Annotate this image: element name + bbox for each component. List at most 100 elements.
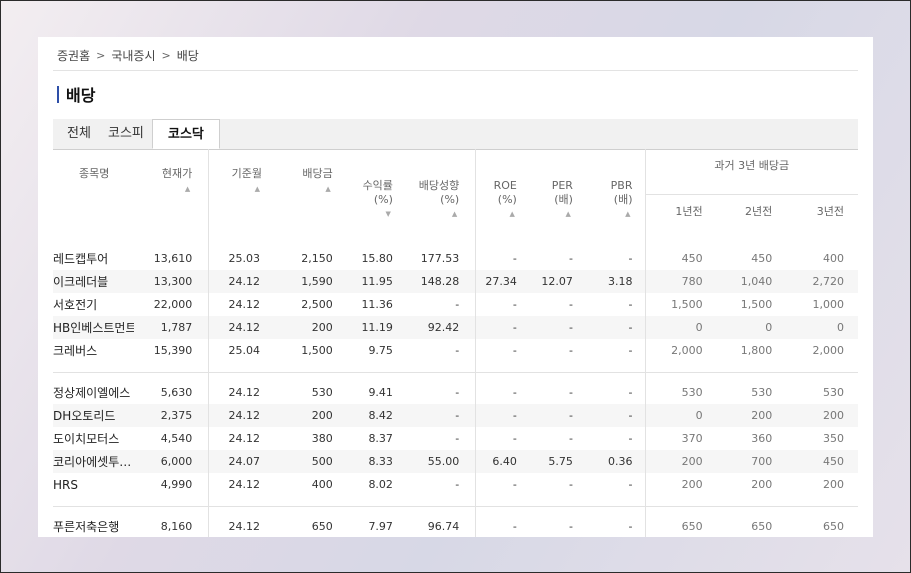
chevron-right-icon: > xyxy=(161,49,171,62)
spacer-cell xyxy=(340,372,401,381)
stock-name-link[interactable]: 푸른저축은행 xyxy=(53,515,134,537)
spacer-cell xyxy=(268,235,341,247)
table-row: 서호전기 22,000 24.12 2,500 11.36- - - -1,500 1,500 1… xyxy=(53,293,858,316)
cell-per: - xyxy=(568,520,573,533)
spacer-cell xyxy=(53,372,135,381)
cell-yield: 11.95 xyxy=(340,270,401,293)
spacer-cell xyxy=(401,235,476,247)
breadcrumb-current[interactable]: 배당 xyxy=(177,47,199,64)
cell-pbr: - xyxy=(588,404,645,427)
cell-div: 1,590 xyxy=(268,270,341,293)
spacer-cell xyxy=(717,496,787,507)
col-dividend-header[interactable]: 배당금 ▲ xyxy=(268,149,341,235)
cell-pbr: - xyxy=(628,386,633,399)
cell-roe: - xyxy=(475,247,533,270)
spacer-cell xyxy=(532,372,589,381)
col-1y-header: 1년전 xyxy=(644,194,717,235)
cell-base: 24.12 xyxy=(208,473,268,496)
stock-name-link[interactable]: 도이치모터스 xyxy=(53,427,134,450)
stock-name-link[interactable]: 코리아에셋투… xyxy=(53,450,135,473)
col-name-header[interactable]: 종목명 xyxy=(53,149,134,235)
spacer-cell xyxy=(589,235,645,247)
cell-y2: 360 xyxy=(751,432,773,445)
spacer-cell xyxy=(475,362,533,373)
cell-price: 1,787 xyxy=(134,316,209,339)
table-row: 레드캡투어 13,610 25.03 2,150 15.80 177.53- - -450 45… xyxy=(53,247,858,270)
cell-pbr: - xyxy=(588,316,645,339)
table-row: 푸른저축은행 8,160 24.12 650 7.97 96.74- - -650 650 650 xyxy=(53,515,858,537)
tab-all[interactable]: 전체 xyxy=(67,119,91,149)
cell-per: - xyxy=(532,404,589,427)
spacer-cell xyxy=(208,235,268,247)
table-row: DH오토리드 2,375 24.12 200 8.42- - - -0 200 200 xyxy=(53,404,858,427)
cell-per: - xyxy=(568,344,573,357)
col-roe-header[interactable]: ROE (%) ▲ xyxy=(475,149,533,235)
col-per-header[interactable]: PER (배) ▲ xyxy=(533,149,589,235)
col-pbr-header[interactable]: PBR (배) ▲ xyxy=(589,149,645,235)
sort-arrow-icon[interactable]: ▲ xyxy=(476,207,517,221)
spacer-cell xyxy=(341,362,401,373)
spacer-cell xyxy=(208,496,268,507)
cell-roe: - xyxy=(475,339,533,362)
sort-arrow-icon[interactable]: ▲ xyxy=(268,185,333,193)
table-spacer xyxy=(53,496,858,507)
sort-arrow-icon[interactable]: ▲ xyxy=(209,185,262,193)
cell-y3: 350 xyxy=(823,432,844,445)
spacer-cell xyxy=(475,235,533,247)
tab-kospi[interactable]: 코스피 xyxy=(108,119,144,149)
table-body: 레드캡투어 13,610 25.03 2,150 15.80 177.53- - -450 45… xyxy=(53,235,858,537)
table-row: HRS 4,990 24.12 400 8.02- - - -200 200 200 xyxy=(53,473,858,496)
stock-name-link[interactable]: 레드캡투어 xyxy=(53,247,134,270)
stock-name-link[interactable]: 크레버스 xyxy=(53,339,134,362)
cell-payout: 92.42 xyxy=(400,316,476,339)
cell-payout: - xyxy=(455,432,460,445)
cell-pbr: - xyxy=(628,298,633,311)
sort-arrow-icon[interactable]: ▲ xyxy=(134,185,192,193)
tab-kosdaq[interactable]: 코스닥 xyxy=(152,119,220,149)
spacer-cell xyxy=(268,362,341,373)
cell-y2: 450 xyxy=(751,252,773,265)
cell-y2: 530 xyxy=(751,386,773,399)
spacer-cell xyxy=(268,506,341,515)
cell-div: 2,500 xyxy=(301,298,333,311)
stock-name-link[interactable]: DH오토리드 xyxy=(53,404,135,427)
stock-name-link[interactable]: 서호전기 xyxy=(53,293,134,316)
sort-arrow-icon[interactable]: ▲ xyxy=(589,207,633,221)
cell-roe: 27.34 xyxy=(475,270,533,293)
cell-pbr: - xyxy=(628,520,633,533)
cell-div: 200 xyxy=(268,404,341,427)
col-payout-header[interactable]: 배당성향 (%) ▲ xyxy=(401,149,476,235)
table-spacer xyxy=(53,235,858,247)
sort-arrow-icon[interactable]: ▼ xyxy=(341,207,393,221)
spacer-cell xyxy=(134,235,209,247)
col-price-header[interactable]: 현재가 ▲ xyxy=(134,149,209,235)
breadcrumb-domestic[interactable]: 국내증시 xyxy=(111,47,155,64)
col-base-month-header[interactable]: 기준월 ▲ xyxy=(208,149,268,235)
stock-name-link[interactable]: HB인베스트먼트 xyxy=(53,316,135,339)
cell-roe: - xyxy=(475,515,533,537)
cell-y2: 650 xyxy=(751,520,773,533)
cell-payout: 96.74 xyxy=(427,520,460,533)
cell-y3: 530 xyxy=(823,386,844,399)
cell-y2: 1,500 xyxy=(740,298,773,311)
stock-name-link[interactable]: 이크레더블 xyxy=(53,270,135,293)
spacer-cell xyxy=(644,362,717,373)
cell-yield: 11.19 xyxy=(340,316,401,339)
cell-div: 500 xyxy=(268,450,341,473)
chevron-right-icon: > xyxy=(96,49,106,62)
page-title: 배당 xyxy=(57,82,95,106)
cell-base: 24.12 xyxy=(208,293,268,316)
cell-y3: 450 xyxy=(786,450,858,473)
sort-arrow-icon[interactable]: ▲ xyxy=(401,207,459,221)
cell-yield: 9.75 xyxy=(368,344,393,357)
cell-y3: 200 xyxy=(823,478,844,491)
cell-yield: 11.36 xyxy=(361,298,393,311)
spacer-cell xyxy=(340,506,401,515)
stock-name-link[interactable]: 정상제이엘에스 xyxy=(53,381,134,404)
cell-price: 2,375 xyxy=(134,404,209,427)
stock-name-link[interactable]: HRS xyxy=(53,473,134,496)
cell-price: 4,990 xyxy=(160,478,193,491)
col-yield-header[interactable]: 수익률 (%) ▼ xyxy=(341,149,401,235)
sort-arrow-icon[interactable]: ▲ xyxy=(533,207,573,221)
breadcrumb-home[interactable]: 증권홈 xyxy=(57,47,90,64)
